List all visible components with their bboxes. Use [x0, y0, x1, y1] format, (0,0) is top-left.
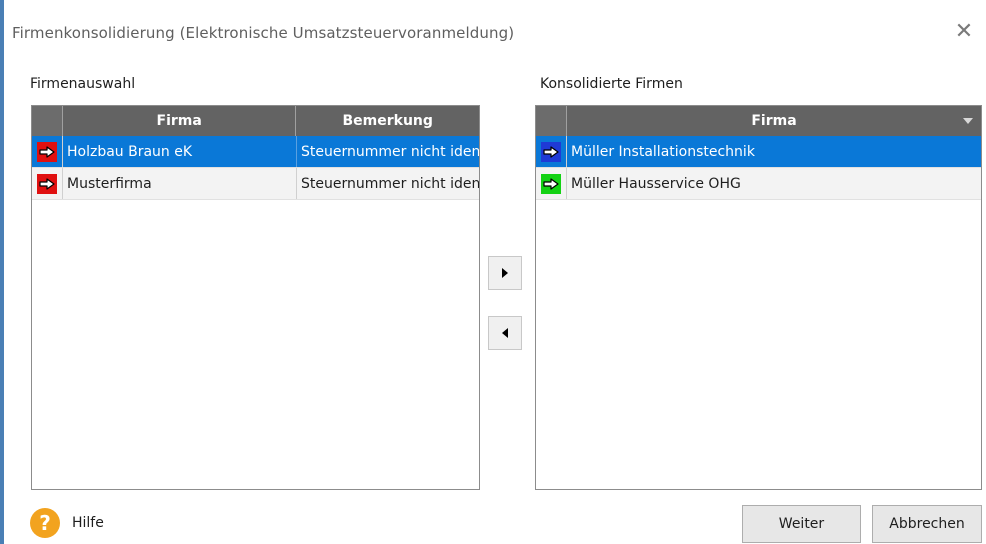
cell-firma: Müller Hausservice OHG — [571, 175, 741, 192]
column-header-firma[interactable]: Firma — [567, 106, 981, 136]
table-row[interactable]: Müller Installationstechnik — [536, 136, 981, 168]
table-row[interactable]: Musterfirma Steuernummer nicht identis — [32, 168, 479, 200]
grid-header: Firma Bemerkung — [32, 106, 479, 136]
column-header-bemerkung[interactable]: Bemerkung — [296, 106, 479, 136]
window-accent-border — [0, 0, 4, 544]
grid-corner — [32, 106, 63, 136]
table-row[interactable]: Holzbau Braun eK Steuernummer nicht ident… — [32, 136, 479, 168]
window-title: Firmenkonsolidierung (Elektronische Umsa… — [12, 24, 515, 42]
row-indicator-icon — [37, 173, 57, 194]
firmenauswahl-label: Firmenauswahl — [30, 76, 136, 92]
add-to-consolidated-button[interactable] — [488, 256, 522, 290]
row-indicator-cell — [32, 168, 63, 199]
cell-firma: Holzbau Braun eK — [63, 136, 297, 167]
arrow-right-icon — [502, 268, 508, 278]
next-button[interactable]: Weiter — [742, 505, 861, 543]
title-bar: Firmenkonsolidierung (Elektronische Umsa… — [4, 0, 986, 50]
row-indicator-icon — [37, 141, 57, 162]
cell-firma: Musterfirma — [63, 168, 297, 199]
grid-corner — [536, 106, 567, 136]
column-header-firma[interactable]: Firma — [63, 106, 297, 136]
cell-bemerkung: Steuernummer nicht identis — [301, 175, 479, 192]
table-row[interactable]: Müller Hausservice OHG — [536, 168, 981, 200]
cell-firma: Müller Installationstechnik — [571, 143, 755, 160]
arrow-left-icon — [502, 328, 508, 338]
row-indicator-cell — [536, 136, 567, 167]
help-label: Hilfe — [72, 515, 104, 531]
close-icon[interactable]: ✕ — [950, 18, 978, 46]
firmenauswahl-grid[interactable]: Firma Bemerkung Holzbau Braun eK Steuernu… — [31, 105, 480, 490]
row-indicator-icon — [541, 173, 561, 194]
cell-bemerkung: Steuernummer nicht identis — [301, 143, 479, 160]
row-indicator-cell — [32, 136, 63, 167]
help-icon: ? — [30, 508, 60, 538]
remove-from-consolidated-button[interactable] — [488, 316, 522, 350]
sort-dropdown-icon[interactable] — [963, 118, 973, 124]
help-link[interactable]: ? Hilfe — [30, 508, 104, 538]
konsolidierte-firmen-grid[interactable]: Firma Müller Installationstechnik Müller … — [535, 105, 982, 490]
konsolidierte-firmen-label: Konsolidierte Firmen — [540, 76, 683, 92]
cancel-button[interactable]: Abbrechen — [872, 505, 982, 543]
row-indicator-icon — [541, 141, 561, 162]
row-indicator-cell — [536, 168, 567, 199]
grid-header: Firma — [536, 106, 981, 136]
